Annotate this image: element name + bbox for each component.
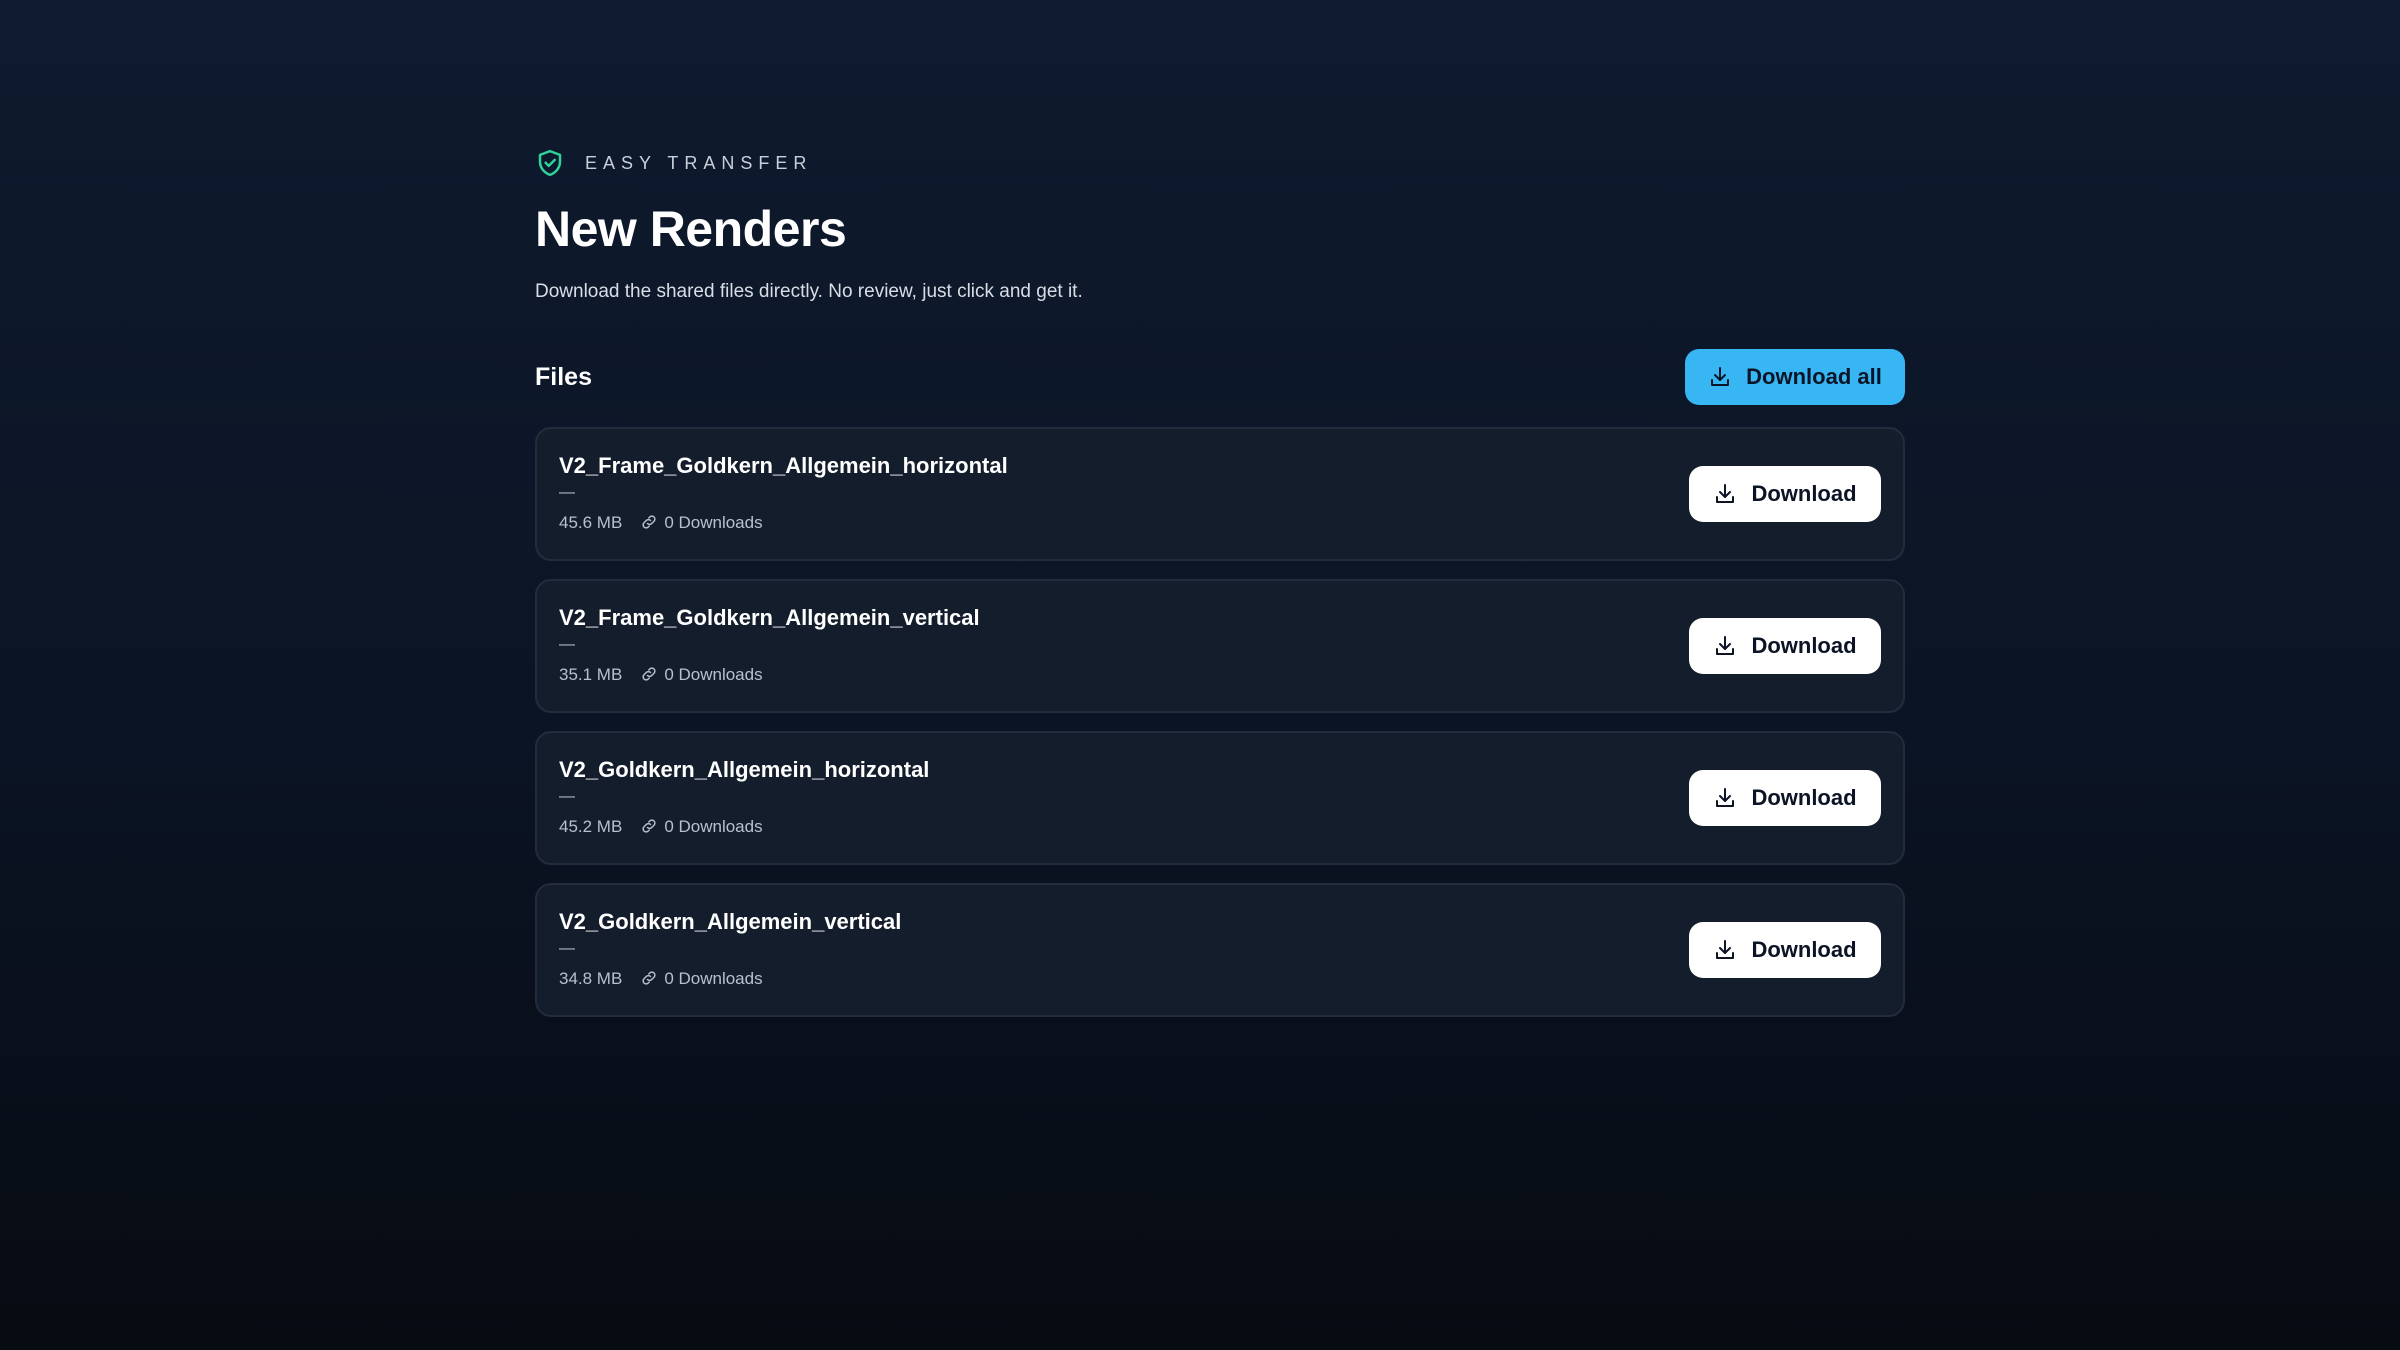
page-title: New Renders	[535, 201, 847, 257]
download-count-label: 0 Downloads	[664, 512, 763, 532]
file-card: V2_Frame_Goldkern_Allgemein_horizontal —…	[535, 427, 1905, 561]
download-count: 0 Downloads	[640, 968, 763, 988]
file-name: V2_Goldkern_Allgemein_vertical	[559, 909, 902, 934]
download-button[interactable]: Download	[1689, 922, 1881, 978]
file-description: —	[559, 636, 575, 653]
download-button-label: Download	[1751, 633, 1857, 658]
page-subtitle: Download the shared files directly. No r…	[535, 281, 1083, 302]
download-button-label: Download	[1751, 785, 1857, 810]
file-size: 45.2 MB	[559, 816, 623, 836]
download-icon	[1713, 634, 1737, 658]
download-count: 0 Downloads	[640, 664, 763, 684]
download-all-label: Download all	[1746, 364, 1882, 389]
file-name: V2_Frame_Goldkern_Allgemein_vertical	[559, 605, 980, 630]
file-meta: 45.2 MB 0 Downloads	[559, 817, 929, 835]
file-info: V2_Goldkern_Allgemein_horizontal — 45.2 …	[559, 759, 929, 835]
file-meta: 45.6 MB 0 Downloads	[559, 513, 1008, 531]
file-size: 34.8 MB	[559, 968, 623, 988]
file-card: V2_Goldkern_Allgemein_horizontal — 45.2 …	[535, 731, 1905, 865]
download-count: 0 Downloads	[640, 816, 763, 836]
file-size: 45.6 MB	[559, 512, 623, 532]
file-description: —	[559, 484, 575, 501]
download-button[interactable]: Download	[1689, 770, 1881, 826]
file-meta: 34.8 MB 0 Downloads	[559, 969, 901, 987]
file-card: V2_Goldkern_Allgemein_vertical — 34.8 MB…	[535, 883, 1905, 1017]
download-icon	[1713, 786, 1737, 810]
download-icon	[1713, 482, 1737, 506]
download-button[interactable]: Download	[1689, 618, 1881, 674]
download-icon	[1713, 938, 1737, 962]
file-info: V2_Goldkern_Allgemein_vertical — 34.8 MB…	[559, 911, 901, 987]
download-icon	[1708, 365, 1732, 389]
file-card: V2_Frame_Goldkern_Allgemein_vertical — 3…	[535, 579, 1905, 713]
download-count-label: 0 Downloads	[664, 664, 763, 684]
link-icon	[640, 665, 658, 683]
file-info: V2_Frame_Goldkern_Allgemein_horizontal —…	[559, 455, 1008, 531]
files-header: Files Download all	[535, 349, 1905, 405]
brand-header: EASY TRANSFER	[535, 148, 1905, 178]
download-button-label: Download	[1751, 937, 1857, 962]
file-info: V2_Frame_Goldkern_Allgemein_vertical — 3…	[559, 607, 980, 683]
link-icon	[640, 817, 658, 835]
download-all-button[interactable]: Download all	[1685, 349, 1905, 405]
file-name: V2_Goldkern_Allgemein_horizontal	[559, 757, 930, 782]
file-list: V2_Frame_Goldkern_Allgemein_horizontal —…	[535, 427, 1905, 1017]
download-button[interactable]: Download	[1689, 466, 1881, 522]
file-description: —	[559, 788, 575, 805]
download-count-label: 0 Downloads	[664, 968, 763, 988]
transfer-page: EASY TRANSFER New Renders Download the s…	[535, 148, 1905, 1017]
file-description: —	[559, 940, 575, 957]
link-icon	[640, 513, 658, 531]
file-size: 35.1 MB	[559, 664, 623, 684]
download-count: 0 Downloads	[640, 512, 763, 532]
file-name: V2_Frame_Goldkern_Allgemein_horizontal	[559, 453, 1008, 478]
shield-check-icon	[535, 148, 565, 178]
link-icon	[640, 969, 658, 987]
file-meta: 35.1 MB 0 Downloads	[559, 665, 980, 683]
download-count-label: 0 Downloads	[664, 816, 763, 836]
files-section-title: Files	[535, 362, 592, 391]
brand-label: EASY TRANSFER	[585, 152, 813, 173]
download-button-label: Download	[1751, 481, 1857, 506]
